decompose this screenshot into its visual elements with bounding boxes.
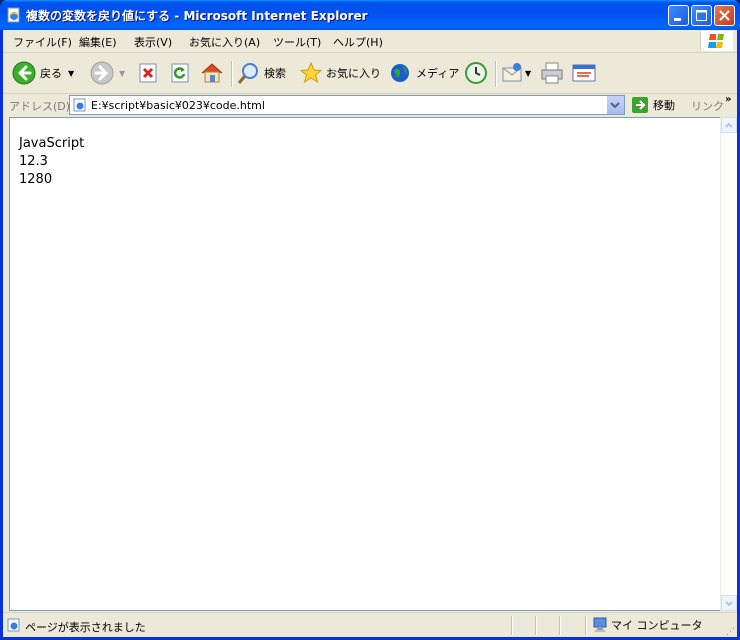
output-line: JavaScript <box>19 136 85 151</box>
media-button[interactable]: メディア <box>389 59 459 87</box>
back-button[interactable]: 戻る ▼ <box>11 59 74 87</box>
browser-window: 複数の変数を戻り値にする - Microsoft Internet Explor… <box>0 0 740 640</box>
address-dropdown-icon[interactable] <box>606 96 624 114</box>
go-arrow-icon <box>632 97 648 113</box>
mail-dropdown-icon[interactable]: ▼ <box>525 69 531 78</box>
forward-button[interactable]: ▼ <box>89 59 125 87</box>
menu-bar: ファイル(F) 編集(E) 表示(V) お気に入り(A) ツール(T) ヘルプ(… <box>3 30 737 53</box>
search-label: 検索 <box>264 67 286 80</box>
page-text: JavaScript 12.3 1280 <box>19 135 84 189</box>
refresh-button[interactable] <box>169 59 191 87</box>
forward-dropdown-icon[interactable]: ▼ <box>119 69 125 78</box>
scroll-down-button[interactable] <box>721 595 737 611</box>
forward-arrow-icon <box>90 61 114 85</box>
resize-grip-icon[interactable]: ⋰ <box>726 627 735 637</box>
mail-envelope-icon <box>502 63 522 82</box>
close-button[interactable] <box>714 5 735 26</box>
refresh-icon <box>171 63 189 83</box>
menu-tools[interactable]: ツール(T) <box>273 34 321 50</box>
back-label: 戻る <box>40 67 62 80</box>
vertical-scrollbar[interactable] <box>720 117 737 611</box>
menu-edit[interactable]: 編集(E) <box>79 34 117 50</box>
zone-label: マイ コンピュータ <box>611 619 703 632</box>
printer-icon <box>541 62 563 84</box>
chevron-right-icon[interactable]: » <box>725 94 731 105</box>
ie-page-small-icon <box>73 98 86 112</box>
edit-button[interactable] <box>571 59 597 87</box>
stop-button[interactable] <box>137 59 159 87</box>
address-url[interactable]: E:¥script¥basic¥023¥code.html <box>91 99 265 112</box>
go-label: 移動 <box>653 99 675 112</box>
favorites-button[interactable]: お気に入り <box>299 59 381 87</box>
maximize-button[interactable] <box>691 5 712 26</box>
favorites-label: お気に入り <box>326 67 381 80</box>
address-label: アドレス(D) <box>9 100 71 113</box>
search-button[interactable]: 検索 <box>237 59 286 87</box>
status-bar: ページが表示されました マイ コンピュータ ⋰ <box>3 612 737 638</box>
print-button[interactable] <box>539 59 565 87</box>
title-bar[interactable]: 複数の変数を戻り値にする - Microsoft Internet Explor… <box>0 0 740 30</box>
history-clock-icon <box>465 62 487 84</box>
page-content[interactable]: JavaScript 12.3 1280 <box>9 117 721 611</box>
menu-favorites[interactable]: お気に入り(A) <box>189 34 260 50</box>
edit-document-icon <box>572 64 596 82</box>
media-globe-icon <box>391 64 409 82</box>
security-zone: マイ コンピュータ <box>593 617 703 633</box>
menu-view[interactable]: 表示(V) <box>134 34 172 50</box>
address-bar: アドレス(D) E:¥script¥basic¥023¥code.html 移動… <box>3 94 737 116</box>
stop-icon <box>139 63 157 83</box>
links-toolbar[interactable]: リンク <box>691 98 724 114</box>
status-text: ページが表示されました <box>25 621 146 634</box>
home-icon <box>201 63 223 83</box>
back-dropdown-icon[interactable]: ▼ <box>68 69 74 78</box>
search-icon <box>237 63 258 84</box>
minimize-button[interactable] <box>668 5 689 26</box>
output-line: 12.3 <box>19 154 48 169</box>
menu-help[interactable]: ヘルプ(H) <box>333 34 383 50</box>
favorites-star-icon <box>299 61 323 84</box>
windows-logo-icon <box>700 31 733 51</box>
page-done-icon <box>7 618 20 632</box>
ie-page-icon <box>6 7 22 23</box>
scroll-up-button[interactable] <box>721 117 737 133</box>
media-label: メディア <box>416 67 460 80</box>
mail-button[interactable]: ▼ <box>501 59 531 87</box>
home-button[interactable] <box>199 59 225 87</box>
menu-file[interactable]: ファイル(F) <box>13 34 72 50</box>
history-button[interactable] <box>463 59 489 87</box>
window-title: 複数の変数を戻り値にする - Microsoft Internet Explor… <box>26 9 368 23</box>
my-computer-icon <box>593 617 607 632</box>
standard-toolbar: 戻る ▼ ▼ 検索 お気に入り メディア ▼ <box>3 53 737 94</box>
address-input[interactable]: E:¥script¥basic¥023¥code.html <box>69 95 625 115</box>
back-arrow-icon <box>12 61 36 85</box>
output-line: 1280 <box>19 172 53 187</box>
go-button[interactable]: 移動 <box>631 96 675 114</box>
